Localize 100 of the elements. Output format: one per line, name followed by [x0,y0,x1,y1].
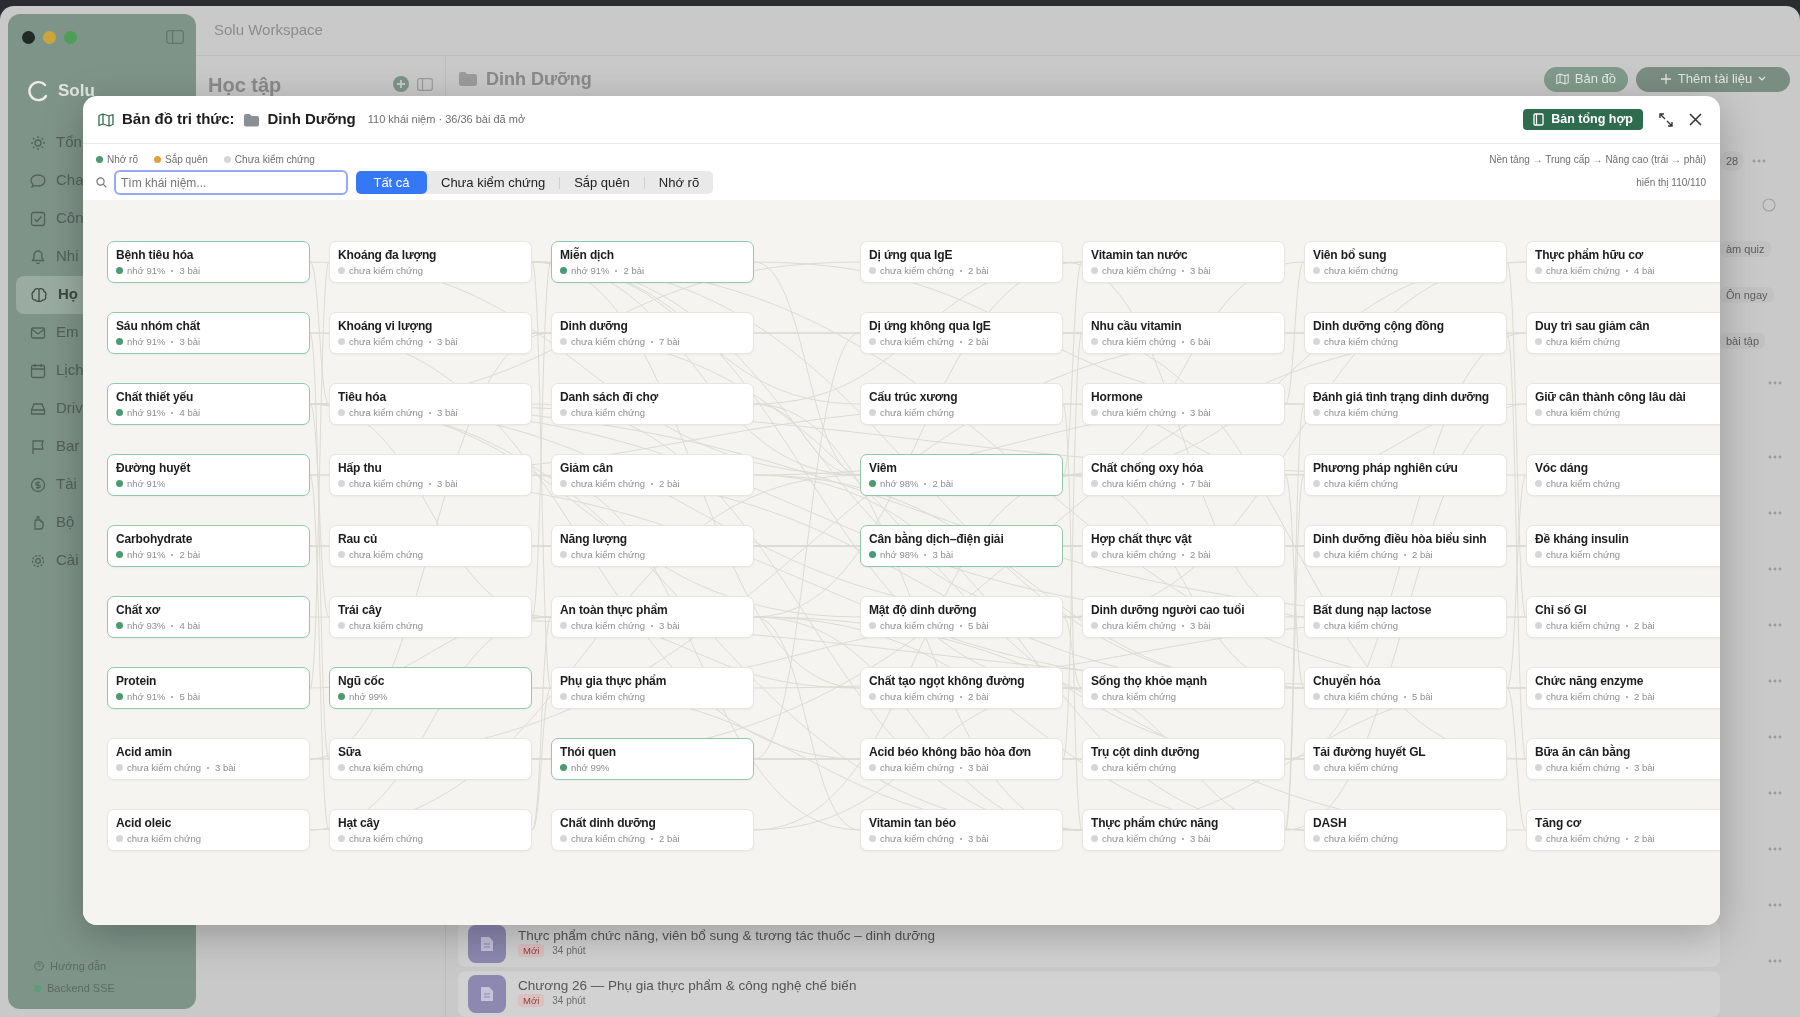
status-text: chưa kiểm chứng [1102,477,1176,490]
concept-title: Chức năng enzyme [1535,673,1645,690]
status-text: nhớ 91% [127,477,166,490]
concept-title: Chất chống oxy hóa [1091,460,1205,477]
concept-title: Dị ứng qua IgE [869,247,954,264]
concept-title: Cấu trúc xương [869,389,959,406]
lesson-count: 3 bài [179,335,201,348]
concept-title: Sáu nhóm chất [116,318,202,335]
lesson-title: Thực phẩm chức năng, viên bổ sung & tương tác thuốc – dinh dưỡng [518,928,936,943]
concept-title: Chuyển hóa [1313,673,1382,690]
status-text: chưa kiểm chứng [349,335,423,348]
concept-title: Bệnh tiêu hóa [116,247,195,264]
lesson-count: 3 bài [659,619,680,632]
status-text: chưa kiểm chứng [1324,264,1398,277]
concept-title: Hợp chất thực vật [1091,531,1193,548]
concept-title: Bất dung nạp lactose [1313,602,1433,619]
concept-title: Carbohydrate [116,531,194,548]
status-text: chưa kiểm chứng [1102,548,1176,561]
lesson-count: 4 bài [179,406,201,419]
concept-title: Acid béo không bão hòa đơn [869,744,1032,761]
concept-title: Danh sách đi chợ [560,389,660,406]
status-text: nhớ 98% [880,477,919,490]
status-text: nhớ 91% [127,264,166,277]
concept-title: Acid oleic [116,815,173,832]
status-text: chưa kiểm chứng [1102,264,1176,277]
concept-title: Khoáng đa lượng [338,247,438,264]
lesson-count: 3 bài [1190,619,1211,632]
status-text: nhớ 99% [349,690,388,703]
concept-title: Chất dinh dưỡng [560,815,657,832]
lesson-count: 2 bài [932,477,954,490]
concept-title: An toàn thực phẩm [560,602,669,619]
status-text: chưa kiểm chứng [1324,406,1398,419]
status-text: chưa kiểm chứng [349,477,423,490]
status-text: nhớ 91% [127,690,166,703]
concept-title: DASH [1313,815,1348,832]
lesson-count: 3 bài [437,477,458,490]
status-text: nhớ 93% [127,619,166,632]
status-text: chưa kiểm chứng [1546,690,1620,703]
status-text: chưa kiểm chứng [1102,619,1176,632]
concept-title: Nhu cầu vitamin [1091,318,1183,335]
status-text: chưa kiểm chứng [1324,761,1398,774]
lesson-count: 3 bài [1190,264,1211,277]
concept-title: Mật độ dinh dưỡng [869,602,978,619]
concept-title: Chất tạo ngọt không đường [869,673,1026,690]
status-text: chưa kiểm chứng [1102,761,1176,774]
status-text: chưa kiểm chứng [1546,335,1620,348]
lesson-count: 7 bài [1190,477,1211,490]
concept-title: Sữa [338,744,363,761]
concept-title: Năng lượng [560,531,629,548]
status-text: nhớ 98% [880,548,919,561]
lesson-count: 2 bài [968,264,989,277]
status-text: chưa kiểm chứng [880,690,954,703]
status-text: chưa kiểm chứng [1324,477,1398,490]
concept-title: Vóc dáng [1535,460,1589,477]
concept-title: Acid amin [116,744,173,761]
status-text: chưa kiểm chứng [349,619,423,632]
status-text: chưa kiểm chứng [880,619,954,632]
count-badge: 28 [1720,150,1745,172]
status-text: chưa kiểm chứng [1546,548,1620,561]
lesson-count: 4 bài [179,619,201,632]
concept-title: Tải đường huyết GL [1313,744,1427,761]
legend-label: Sắp quên [165,152,208,167]
concept-title: Miễn dịch [560,247,615,264]
concept-title: Vitamin tan nước [1091,247,1189,264]
concept-title: Rau củ [338,531,379,548]
status-text: chưa kiểm chứng [127,832,201,845]
concept-title: Vitamin tan béo [869,815,957,832]
direction-note: Nền tảng → Trung cấp → Nâng cao (trái → phải) [1489,152,1706,167]
status-text: chưa kiểm chứng [571,406,645,419]
legend-label: Chưa kiểm chứng [234,152,315,167]
concept-title: Dinh dưỡng người cao tuổi [1091,602,1246,619]
lesson-count: 3 bài [1190,832,1211,845]
status-text: chưa kiểm chứng [1546,406,1620,419]
concept-title: Thực phẩm chức năng [1091,815,1220,832]
lesson-count: 3 bài [437,406,458,419]
lesson-count: 7 bài [659,335,680,348]
lesson-count: 5 bài [179,690,201,703]
shown-count: hiển thị 110/110 [1636,176,1706,190]
concept-title: Chất xơ [116,602,162,619]
concept-title: Dị ứng không qua IgE [869,318,992,335]
lesson-count: 2 bài [179,548,201,561]
lesson-count: 6 bài [1190,335,1211,348]
concept-title: Giữ cân thành công lâu dài [1535,389,1687,406]
status-text: chưa kiểm chứng [349,832,423,845]
concept-title: Đánh giá tình trạng dinh dưỡng [1313,389,1491,406]
concept-title: Cân bằng dịch–điện giải [869,531,1005,548]
new-tag: Mới [518,994,545,1007]
status-text: chưa kiểm chứng [349,264,423,277]
status-text: chưa kiểm chứng [880,406,954,419]
status-text: chưa kiểm chứng [1546,477,1620,490]
status-text: chưa kiểm chứng [1102,690,1176,703]
status-text: nhớ 91% [127,335,166,348]
status-text: chưa kiểm chứng [880,761,954,774]
concept-title: Sống thọ khỏe mạnh [1091,673,1208,690]
lesson-count: 5 bài [968,619,989,632]
concept-title: Phụ gia thực phẩm [560,673,668,690]
folder-title: Dinh Dưỡng [486,67,592,91]
concept-title: Trụ cột dinh dưỡng [1091,744,1201,761]
status-text: chưa kiểm chứng [1324,335,1398,348]
window-title: Solu Workspace [214,20,323,41]
